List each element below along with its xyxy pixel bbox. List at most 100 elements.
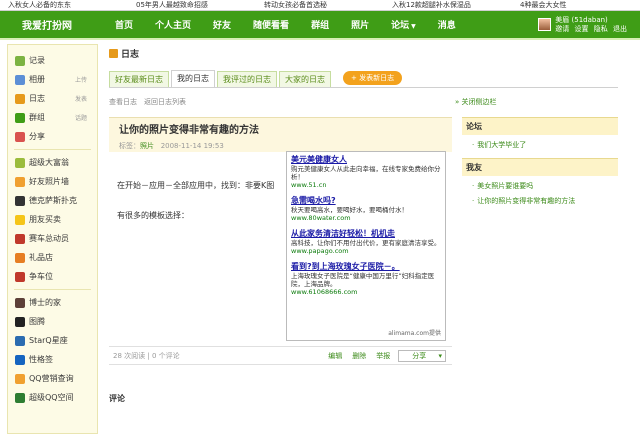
tab-my-blogs[interactable]: 我的日志	[171, 70, 215, 87]
close-sidebar-link[interactable]: » 关闭侧边栏	[455, 97, 611, 107]
edit-link[interactable]: 编辑	[328, 351, 342, 361]
breadcrumb: 查看日志 返回日志列表 » 关闭侧边栏	[109, 97, 618, 107]
settings-link[interactable]: 设置	[575, 25, 589, 33]
tab-friends-blogs[interactable]: 好友最新日志	[109, 71, 169, 87]
sidebar-item-app[interactable]: 超级大富翁	[8, 153, 97, 172]
sidebar-item-app[interactable]: 博士的家	[8, 293, 97, 312]
friends-box: 我友 美女照片要谁要吗 让你的照片变得非常有趣的方法	[462, 158, 618, 206]
sidebar-item-app[interactable]: 争车位	[8, 267, 97, 286]
tab-commented-blogs[interactable]: 我评过的日志	[217, 71, 277, 87]
nav-friends[interactable]: 好友	[202, 18, 242, 31]
comment-count: 0 个评论	[151, 351, 180, 360]
tag-link[interactable]: 照片	[140, 142, 154, 150]
site-logo[interactable]: 我爱打扮网	[0, 17, 104, 32]
ad-item[interactable]: 看到?到上海玫瑰女子医院－。 上海玫瑰女子医院是“健康中国万里行”妇科指定医院，上…	[291, 262, 441, 296]
nav-messages[interactable]: 消息	[427, 18, 467, 31]
album-icon	[15, 74, 25, 85]
crumb-view: 查看日志	[109, 98, 137, 106]
privacy-link[interactable]: 隐私	[594, 25, 608, 33]
page-title: 日志	[109, 46, 640, 60]
nav-forum[interactable]: 论坛 ▼	[380, 18, 427, 31]
sidebar-divider	[14, 289, 91, 290]
sidebar-item-share[interactable]: 分享	[8, 127, 97, 146]
sidebar-item-groups[interactable]: 群组 话题	[8, 108, 97, 127]
topic-link[interactable]: 话题	[75, 113, 87, 122]
sidebar-item-app[interactable]: 朋友买卖	[8, 210, 97, 229]
main-nav: 首页 个人主页 好友 随便看看 群组 照片 论坛 ▼ 消息	[104, 18, 467, 31]
report-link[interactable]: 举报	[376, 351, 390, 361]
forum-box-title: 论坛	[462, 117, 618, 135]
racecar-icon	[15, 233, 25, 244]
nav-photos[interactable]: 照片	[340, 18, 380, 31]
sidebar-item-app[interactable]: StarQ星座	[8, 331, 97, 350]
poker-icon	[15, 195, 25, 206]
view-count: 28 次阅读	[113, 351, 146, 360]
friend-post-link[interactable]: 让你的照片变得非常有趣的方法	[462, 191, 618, 206]
q-icon	[15, 354, 25, 365]
article-meta: 标签：照片 2008-11-14 19:53	[119, 142, 224, 150]
group-icon	[15, 112, 25, 123]
tab-bar: 好友最新日志 我的日志 我评过的日志 大家的日志 + 发表新日志	[109, 70, 618, 88]
totem-icon	[15, 316, 25, 327]
back-to-list-link[interactable]: 返回日志列表	[144, 97, 186, 107]
nav-profile[interactable]: 个人主页	[144, 18, 202, 31]
qzone-icon	[15, 392, 25, 403]
house-icon	[15, 297, 25, 308]
ad-item[interactable]: 急需喝水吗? 秋天要喝高水，要喝好水，要喝桶付水！ www.80water.com	[291, 196, 441, 222]
share-button[interactable]: 分享 ▾	[398, 349, 446, 362]
ticker-link[interactable]: 05年男人最越致命招感	[128, 0, 256, 10]
sidebar-item-app[interactable]: 礼品店	[8, 248, 97, 267]
sidebar-item-app[interactable]: 超级QQ空间	[8, 388, 97, 407]
records-icon	[15, 55, 25, 66]
forum-box: 论坛 我们大学毕业了	[462, 117, 618, 150]
upload-link[interactable]: 上传	[75, 75, 87, 84]
star-icon	[15, 335, 25, 346]
sidebar-item-app[interactable]: 性格签	[8, 350, 97, 369]
sidebar-divider	[14, 149, 91, 150]
nav-groups[interactable]: 群组	[300, 18, 340, 31]
user-name[interactable]: 美眉 (51daban)	[555, 16, 630, 25]
top-nav-bar: 我爱打扮网 首页 个人主页 好友 随便看看 群组 照片 论坛 ▼ 消息 美眉 (5…	[0, 11, 640, 40]
sidebar-item-app[interactable]: QQ营销查询	[8, 369, 97, 388]
ticker-link[interactable]: 转动女孩必备首选秘	[256, 0, 384, 10]
ad-provider[interactable]: alimama.com提供	[388, 330, 441, 338]
sidebar-item-app[interactable]: 德克萨斯扑克	[8, 191, 97, 210]
avatar[interactable]	[538, 18, 552, 31]
ticker-link[interactable]: 4种最会大女性	[512, 0, 640, 10]
article-paragraph: 在开始－应用－全部应用中，找到：非要K图	[117, 181, 275, 190]
forum-link[interactable]: 我们大学毕业了	[462, 135, 618, 150]
sidebar-item-blog[interactable]: 日志 发表	[8, 89, 97, 108]
sidebar-item-records[interactable]: 记录	[8, 51, 97, 70]
friends-box-title: 我友	[462, 158, 618, 176]
logout-link[interactable]: 退出	[613, 25, 627, 33]
user-panel: 美眉 (51daban) 邀请 设置 隐私 退出	[538, 16, 640, 34]
ticker-link[interactable]: 入秋12款超腿补水保湿品	[384, 0, 512, 10]
sidebar-item-app[interactable]: 赛车总动员	[8, 229, 97, 248]
ad-item[interactable]: 美元美健康女人 购元美健康女人从此走向幸福，在线专家免费给你分析！ www.51.c…	[291, 155, 441, 189]
article-title: 让你的照片变得非常有趣的方法	[119, 125, 259, 136]
article-footer: 28 次阅读 | 0 个评论 编辑 删除 举报 分享 ▾	[109, 346, 452, 365]
invite-link[interactable]: 邀请	[555, 25, 569, 33]
sidebar-item-app[interactable]: 图腾	[8, 312, 97, 331]
sidebar-item-albums[interactable]: 相册 上传	[8, 70, 97, 89]
friend-post-link[interactable]: 美女照片要谁要吗	[462, 176, 618, 191]
chevron-down-icon: ▾	[438, 351, 442, 360]
article-paragraph: 有很多的模板选择：	[117, 211, 189, 220]
nav-browse[interactable]: 随便看看	[242, 18, 300, 31]
nav-forum-label: 论坛	[391, 21, 410, 31]
nav-home[interactable]: 首页	[104, 18, 144, 31]
sidebar-item-app[interactable]: 好友照片墙	[8, 172, 97, 191]
comments-title: 评论	[109, 394, 125, 403]
blog-icon	[15, 93, 25, 104]
qq-icon	[15, 373, 25, 384]
ticker-bar: 入秋女人必备的东东 05年男人最越致命招感 转动女孩必备首选秘 入秋12款超腿补…	[0, 0, 640, 11]
delete-link[interactable]: 删除	[352, 351, 366, 361]
tab-all-blogs[interactable]: 大家的日志	[279, 71, 331, 87]
ad-item[interactable]: 从此家务清洁好轻松！机机走 高科技，让你们不用付出代价，更有家庭清洁享受。 www.…	[291, 229, 441, 255]
parking-icon	[15, 271, 25, 282]
ticker-link[interactable]: 入秋女人必备的东东	[0, 0, 128, 10]
monopoly-icon	[15, 157, 25, 168]
new-blog-button[interactable]: + 发表新日志	[343, 71, 403, 85]
article-date: 2008-11-14 19:53	[160, 142, 224, 150]
post-link[interactable]: 发表	[75, 94, 87, 103]
